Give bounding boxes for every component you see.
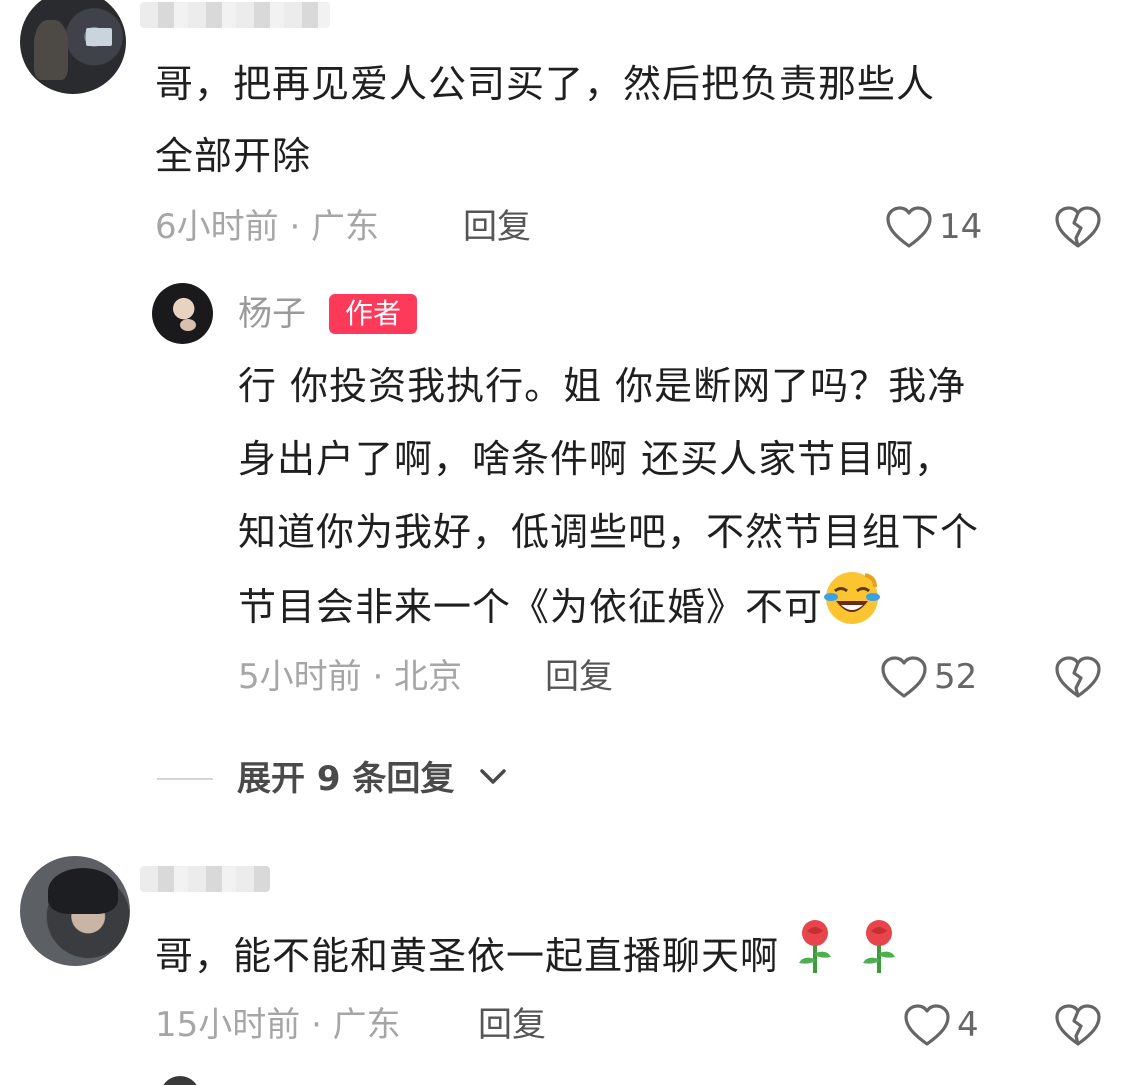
avatar-hair — [48, 868, 118, 914]
avatar-screen — [86, 28, 112, 46]
commenter-avatar[interactable] — [20, 856, 130, 966]
rose-emoji — [857, 919, 901, 998]
like-button[interactable]: 4 — [903, 1003, 979, 1047]
comment-text-line: 哥，能不能和黄圣依一起直播聊天啊 — [155, 919, 901, 998]
broken-heart-icon — [1054, 1003, 1102, 1047]
comment-text: 全部开除 — [155, 134, 312, 178]
chevron-down-icon[interactable] — [478, 766, 508, 792]
comment-time-location: 15小时前 · 广东 — [155, 1005, 401, 1045]
dislike-button[interactable] — [1054, 1003, 1102, 1047]
author-avatar[interactable] — [152, 283, 213, 344]
blurred-username[interactable] — [140, 866, 270, 892]
broken-heart-icon — [1054, 205, 1102, 249]
reply-text: 知道你为我好，低调些吧，不然节目组下个 — [238, 510, 980, 554]
laughing-crying-emoji — [823, 569, 881, 650]
reply-text-last: 节目会非来一个《为依征婚》不可 — [238, 569, 881, 650]
dislike-button[interactable] — [1054, 655, 1102, 699]
heart-icon — [885, 205, 933, 249]
reply-button[interactable]: 回复 — [545, 657, 613, 697]
reply-text: 身出户了啊，啥条件啊 还买人家节目啊， — [238, 437, 954, 481]
comment-text: 哥，能不能和黄圣依一起直播聊天啊 — [155, 934, 780, 978]
like-count: 14 — [939, 207, 983, 247]
reply-text: 节目会非来一个《为依征婚》不可 — [238, 585, 824, 629]
heart-icon — [903, 1003, 951, 1047]
avatar-hand — [180, 319, 196, 331]
expand-divider — [157, 778, 213, 780]
like-count: 4 — [957, 1005, 979, 1045]
like-button[interactable]: 14 — [885, 205, 982, 249]
avatar-figure — [34, 20, 68, 80]
reply-text: 行 你投资我执行。姐 你是断网了吗？我净 — [238, 364, 967, 408]
commenter-avatar[interactable] — [20, 0, 126, 94]
commenter-avatar[interactable] — [160, 1076, 200, 1085]
like-count: 52 — [934, 657, 978, 697]
comment-time-location: 5小时前 · 北京 — [238, 657, 463, 697]
author-badge: 作者 — [329, 294, 417, 334]
like-button[interactable]: 52 — [880, 655, 977, 699]
expand-replies-button[interactable]: 展开 9 条回复 — [237, 758, 454, 800]
author-name[interactable]: 杨子 — [238, 294, 306, 334]
broken-heart-icon — [1054, 655, 1102, 699]
dislike-button[interactable] — [1054, 205, 1102, 249]
rose-emoji — [793, 919, 837, 998]
reply-button[interactable]: 回复 — [478, 1005, 546, 1045]
comment-time-location: 6小时前 · 广东 — [155, 207, 380, 247]
reply-button[interactable]: 回复 — [463, 207, 531, 247]
heart-icon — [880, 655, 928, 699]
blurred-username[interactable] — [140, 2, 330, 28]
comment-text: 哥，把再见爱人公司买了，然后把负责那些人 — [155, 62, 936, 106]
